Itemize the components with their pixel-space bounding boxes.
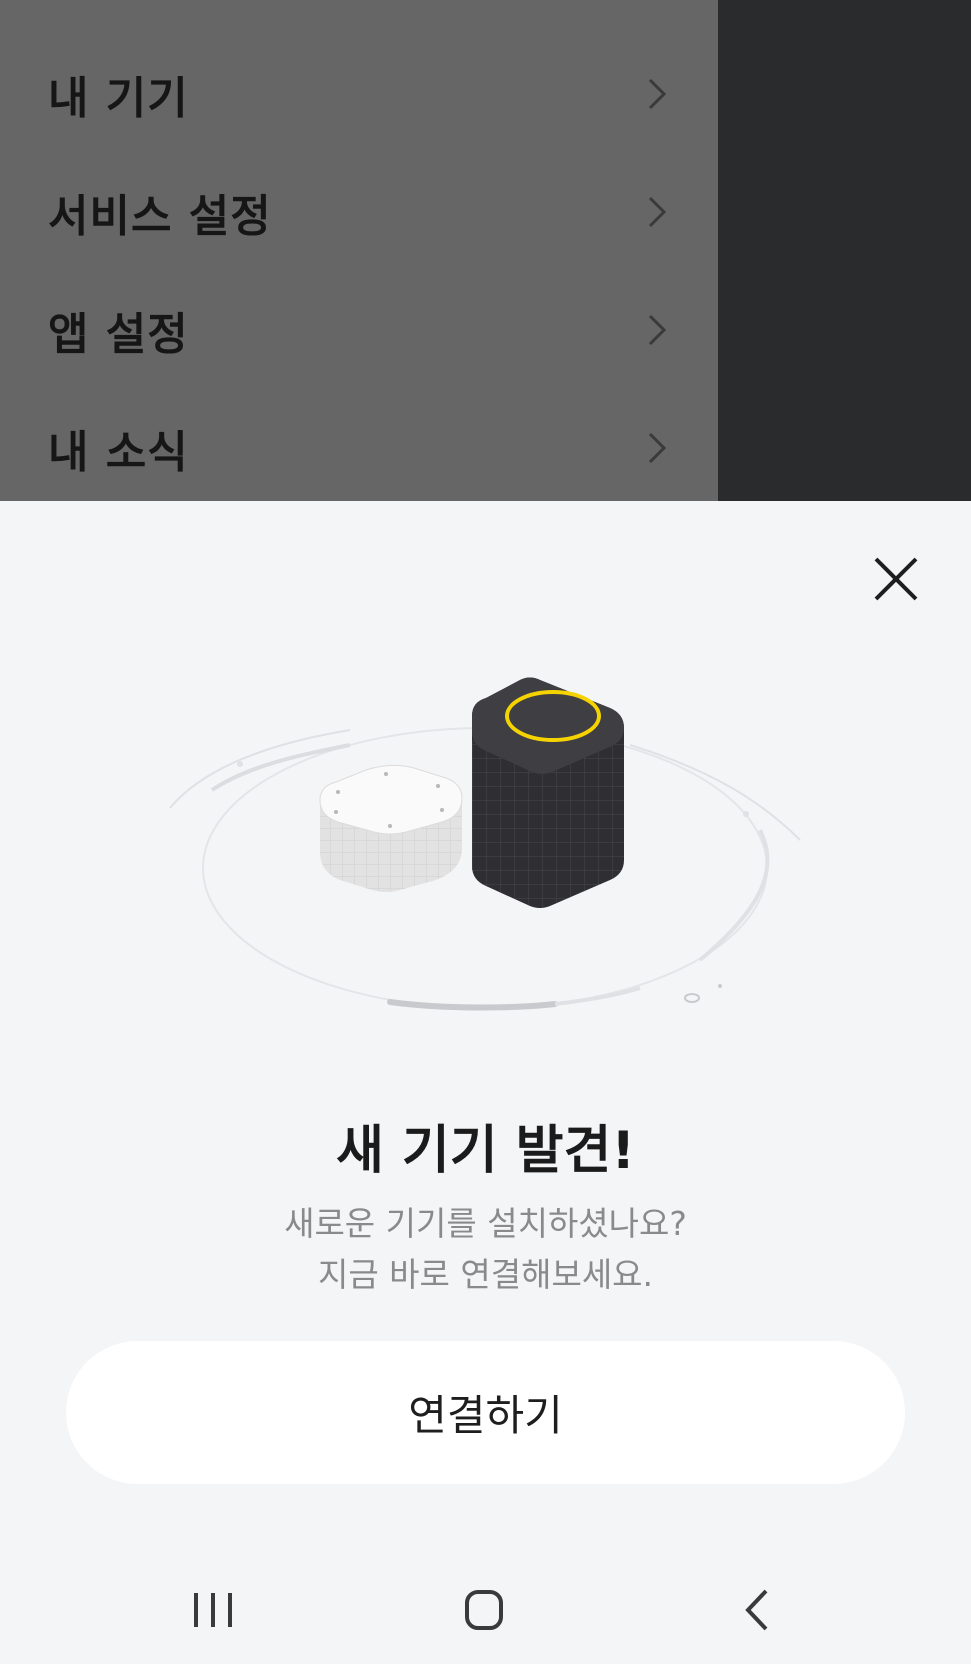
chevron-right-icon — [648, 314, 667, 346]
menu-item-my-devices[interactable]: 내 기기 — [0, 35, 718, 153]
connect-button[interactable]: 연결하기 — [66, 1341, 905, 1484]
back-icon[interactable] — [728, 1587, 788, 1633]
chevron-right-icon — [648, 196, 667, 228]
smart-speakers-illustration — [169, 677, 801, 1011]
background-dark-panel — [718, 0, 971, 501]
menu-item-my-news[interactable]: 내 소식 — [0, 389, 718, 507]
menu-item-label: 내 소식 — [48, 427, 189, 478]
home-icon[interactable] — [454, 1587, 514, 1633]
menu-item-app-settings[interactable]: 앱 설정 — [0, 271, 718, 389]
sheet-title: 새 기기 발견! — [335, 1121, 636, 1181]
chevron-right-icon — [648, 78, 667, 110]
menu-item-label: 내 기기 — [48, 73, 189, 124]
recent-apps-icon[interactable] — [184, 1587, 244, 1633]
sheet-description-line1: 새로운 기기를 설치하셨나요? — [284, 1204, 687, 1243]
close-icon[interactable] — [870, 553, 922, 605]
chevron-right-icon — [648, 432, 667, 464]
menu-item-service-settings[interactable]: 서비스 설정 — [0, 153, 718, 271]
menu-item-label: 서비스 설정 — [48, 191, 272, 242]
sheet-description-line2: 지금 바로 연결해보세요. — [317, 1255, 654, 1294]
menu-item-label: 앱 설정 — [48, 309, 189, 360]
